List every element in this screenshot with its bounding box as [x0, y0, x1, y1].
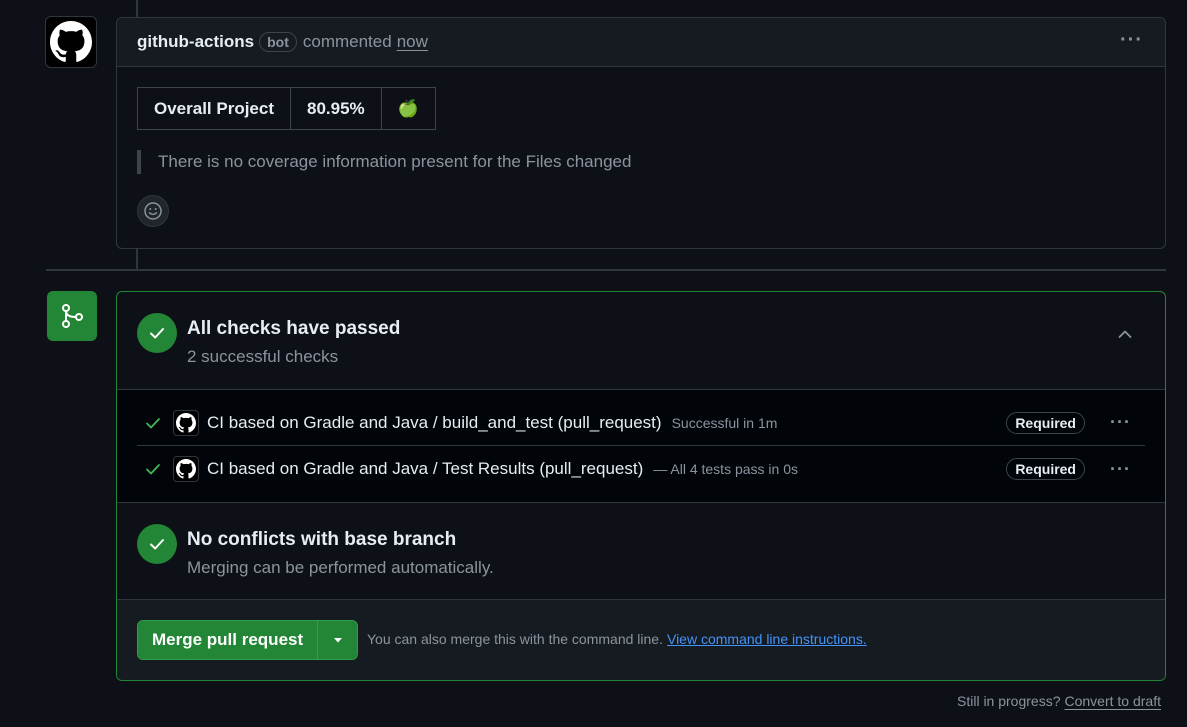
check-icon [145, 461, 163, 477]
draft-footer: Still in progress? Convert to draft [957, 693, 1161, 709]
check-name: CI based on Gradle and Java / build_and_… [207, 412, 662, 432]
checks-passed-icon [137, 313, 177, 353]
add-reaction-button[interactable] [137, 195, 169, 227]
check-row-test-results[interactable]: CI based on Gradle and Java / Test Resul… [137, 446, 1145, 492]
coverage-quote: There is no coverage information present… [137, 150, 631, 174]
checks-subtitle: 2 successful checks [187, 347, 339, 366]
conflicts-summary: No conflicts with base branch Merging ca… [117, 503, 1165, 600]
comment-header: github-actions bot commented now ··· [117, 18, 1165, 67]
comment-options-icon[interactable]: ··· [1120, 30, 1143, 50]
merge-section: Merge pull request You can also merge th… [117, 600, 1165, 680]
checks-summary[interactable]: All checks have passed 2 successful chec… [117, 292, 1165, 389]
command-line-instructions-link[interactable]: View command line instructions. [667, 631, 867, 647]
check-options-icon[interactable]: ··· [1110, 412, 1131, 433]
check-row-build-and-test[interactable]: CI based on Gradle and Java / build_and_… [137, 400, 1145, 446]
check-icon [145, 415, 163, 431]
coverage-status-emoji: 🍏 [380, 87, 436, 130]
coverage-value: 80.95% [290, 87, 382, 130]
convert-to-draft-link[interactable]: Convert to draft [1065, 693, 1162, 709]
github-logo-icon [50, 21, 92, 62]
conflicts-subtitle: Merging can be performed automatically. [187, 558, 494, 577]
github-app-icon [173, 456, 199, 482]
github-actions-avatar[interactable] [45, 16, 97, 68]
coverage-label: Overall Project [136, 87, 292, 130]
check-options-icon[interactable]: ··· [1110, 459, 1131, 480]
footer-text: Still in progress? [957, 693, 1061, 709]
merge-options-dropdown[interactable] [317, 621, 358, 659]
check-name: CI based on Gradle and Java / Test Resul… [207, 459, 644, 478]
table-row: Overall Project 80.95% 🍏 [136, 87, 436, 130]
no-conflicts-icon [137, 524, 177, 564]
comment-box: github-actions bot commented now ··· Ove… [116, 17, 1166, 249]
comment-author[interactable]: github-actions [137, 32, 254, 52]
merge-box: All checks have passed 2 successful chec… [116, 291, 1166, 681]
check-detail[interactable]: Successful in 1m [672, 415, 778, 431]
github-app-icon [173, 409, 199, 436]
chevron-up-icon[interactable] [1117, 326, 1133, 342]
smiley-icon [144, 202, 162, 220]
triangle-down-icon [333, 638, 342, 643]
merge-hint: You can also merge this with the command… [367, 631, 867, 647]
bot-badge: bot [259, 32, 297, 52]
comment-action: commented [302, 32, 392, 51]
merge-button-group: Merge pull request [137, 620, 359, 660]
checks-title: All checks have passed [187, 318, 401, 339]
timeline-divider [46, 269, 1166, 271]
git-merge-icon [47, 291, 97, 341]
coverage-table: Overall Project 80.95% 🍏 [136, 87, 436, 130]
merge-hint-text: You can also merge this with the command… [367, 631, 663, 647]
required-badge: Required [1006, 458, 1085, 480]
checks-list: CI based on Gradle and Java / build_and_… [117, 389, 1165, 503]
comment-timestamp[interactable]: now [397, 32, 428, 52]
merge-pull-request-button[interactable]: Merge pull request [138, 621, 318, 659]
check-detail[interactable]: — All 4 tests pass in 0s [653, 461, 798, 477]
required-badge: Required [1006, 411, 1085, 434]
conflicts-title: No conflicts with base branch [187, 529, 457, 550]
